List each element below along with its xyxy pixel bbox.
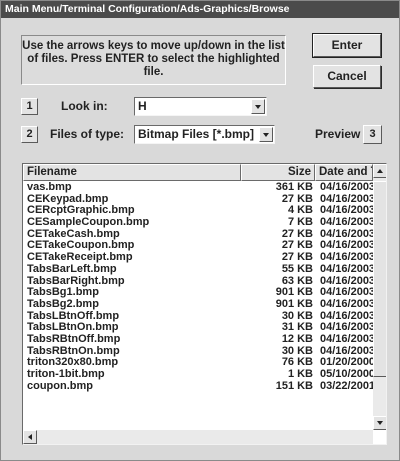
file-name: TabsBg1.bmp	[27, 287, 99, 299]
scroll-down-icon[interactable]	[373, 416, 386, 430]
column-header-filename[interactable]: Filename	[23, 164, 241, 181]
column-header-date[interactable]: Date and Time	[315, 164, 373, 181]
file-date: 05/10/2000 03:	[320, 369, 373, 380]
window-title: Main Menu/Terminal Configuration/Ads-Gra…	[1, 1, 399, 18]
look-in-dropdown[interactable]: H	[134, 97, 267, 116]
file-name: triton-1bit.bmp	[27, 369, 105, 380]
file-row[interactable]: TabsLBtnOn.bmp31 KB04/16/2003 12:	[23, 322, 373, 334]
file-rows: vas.bmp361 KB04/16/2003 12:CEKeypad.bmp2…	[23, 182, 373, 430]
file-row[interactable]: TabsRBtnOff.bmp 12 KB 04/16/2003 12:	[23, 332, 373, 346]
file-date: 04/16/2003 12:	[320, 287, 373, 299]
file-row[interactable]: vas.bmp 361 KB 04/16/2003 12:	[23, 182, 373, 194]
file-date: 04/16/2003 12:	[320, 205, 373, 217]
horizontal-scrollbar[interactable]	[23, 430, 373, 444]
file-row[interactable]: TabsBarRight.bmp63 KB04/16/2003 12:	[23, 275, 373, 288]
look-in-value: H	[138, 99, 147, 113]
file-row[interactable]: TabsBarLeft.bmp 55 KB 04/16/2003 12:	[23, 262, 373, 276]
file-row[interactable]: coupon.bmp 151 KB 03/22/2001 03:	[23, 379, 373, 393]
file-date: 04/16/2003 12:	[320, 345, 373, 357]
file-name: vas.bmp	[27, 182, 72, 193]
file-name: TabsLBtnOff.bmp	[27, 310, 120, 322]
instructions-box: Use the arrows keys to move up/down in t…	[21, 35, 286, 85]
file-name: TabsBg2.bmp	[27, 298, 99, 310]
cancel-button[interactable]: Cancel	[313, 65, 381, 88]
file-name: TabsBarLeft.bmp	[27, 263, 117, 275]
file-size: 361 KB	[275, 182, 313, 193]
file-name: CETakeReceipt.bmp	[27, 252, 133, 264]
file-type-label: Files of type:	[50, 127, 125, 141]
file-date: 04/16/2003 12:	[320, 217, 373, 229]
file-type-hotkey-button[interactable]: 2	[21, 126, 38, 143]
file-size: 12 KB	[281, 332, 313, 345]
file-row[interactable]: triton-1bit.bmp 1 KB 05/10/2000 03:	[23, 368, 373, 381]
file-name: TabsRBtnOff.bmp	[27, 333, 121, 345]
preview-hotkey-button[interactable]: 3	[363, 125, 382, 144]
file-size: 7 KB	[287, 216, 313, 229]
file-date: 04/16/2003 12:	[320, 298, 373, 310]
file-row[interactable]: CESampleCoupon.bmp 7 KB 04/16/2003 12:	[23, 216, 373, 229]
column-header-size[interactable]: Size	[241, 164, 315, 181]
file-type-value: Bitmap Files [*.bmp]	[138, 127, 255, 141]
file-name: coupon.bmp	[27, 380, 93, 392]
instructions-line: of files. Press ENTER to select the high…	[27, 53, 280, 65]
file-date: 04/16/2003 12:	[320, 263, 373, 275]
file-row[interactable]: CETakeReceipt.bmp27 KB04/16/2003 12:	[23, 251, 373, 264]
file-size: 901 KB	[275, 297, 313, 310]
chevron-down-icon[interactable]	[251, 99, 265, 114]
file-date: 04/16/2003 12:	[320, 193, 373, 205]
file-date: 04/16/2003 12:	[320, 310, 373, 322]
file-list[interactable]: Filename Size Date and Time vas.bmp 361 K…	[22, 163, 387, 445]
file-name: TabsRBtnOn.bmp	[27, 345, 120, 357]
enter-button[interactable]: Enter	[312, 33, 382, 58]
file-size: 151 KB	[275, 379, 313, 392]
instructions-line: Use the arrows keys to move up/down in t…	[22, 40, 285, 52]
look-in-hotkey-button[interactable]: 1	[21, 98, 38, 115]
file-row[interactable]: CERcptGraphic.bmp4 KB04/16/2003 12:	[23, 205, 373, 217]
file-name: CETakeCoupon.bmp	[27, 240, 135, 252]
file-date: 03/22/2001 03:	[320, 380, 373, 392]
file-date: 04/16/2003 12:	[320, 182, 373, 193]
file-name: triton320x80.bmp	[27, 357, 119, 369]
file-size: 55 KB	[281, 262, 313, 275]
file-size: 1 KB	[287, 368, 313, 380]
scroll-left-icon[interactable]	[23, 430, 37, 444]
vertical-scrollbar[interactable]	[373, 164, 386, 430]
file-row[interactable]: CEKeypad.bmp27 KB04/16/2003 12:	[23, 193, 373, 206]
look-in-label: Look in:	[61, 99, 108, 113]
instructions-line: file.	[143, 66, 164, 78]
file-row[interactable]: CETakeCash.bmp27 KB04/16/2003 12:	[23, 228, 373, 241]
file-name: TabsBarRight.bmp	[27, 275, 125, 287]
file-date: 04/16/2003 12:	[320, 322, 373, 334]
chevron-down-icon[interactable]	[259, 127, 273, 142]
scroll-up-icon[interactable]	[373, 164, 386, 178]
file-row[interactable]: TabsLBtnOff.bmp30 KB04/16/2003 12:	[23, 310, 373, 323]
file-name: CEKeypad.bmp	[27, 193, 109, 205]
file-date: 04/16/2003 12:	[320, 333, 373, 345]
file-date: 04/16/2003 12:	[320, 228, 373, 240]
browse-dialog: Main Menu/Terminal Configuration/Ads-Gra…	[0, 0, 400, 461]
file-date: 04/16/2003 12:	[320, 275, 373, 287]
scroll-thumb[interactable]	[373, 181, 386, 377]
file-row[interactable]: triton320x80.bmp76 KB01/20/2000 01:	[23, 357, 373, 369]
preview-label: Preview	[315, 127, 361, 141]
file-name: CESampleCoupon.bmp	[27, 217, 150, 229]
file-date: 04/16/2003 12:	[320, 252, 373, 264]
file-row[interactable]: TabsBg2.bmp 901 KB 04/16/2003 12:	[23, 297, 373, 311]
file-row[interactable]: TabsRBtnOn.bmp30 KB04/16/2003 12:	[23, 345, 373, 358]
file-row[interactable]: TabsBg1.bmp901 KB04/16/2003 12:	[23, 286, 373, 299]
file-name: CERcptGraphic.bmp	[27, 205, 135, 217]
file-name: CETakeCash.bmp	[27, 228, 120, 240]
file-row[interactable]: CETakeCoupon.bmp27 KB04/16/2003 12:	[23, 240, 373, 252]
file-date: 01/20/2000 01:	[320, 357, 373, 369]
file-name: TabsLBtnOn.bmp	[27, 322, 119, 334]
file-date: 04/16/2003 12:	[320, 240, 373, 252]
file-type-dropdown[interactable]: Bitmap Files [*.bmp]	[134, 125, 275, 144]
